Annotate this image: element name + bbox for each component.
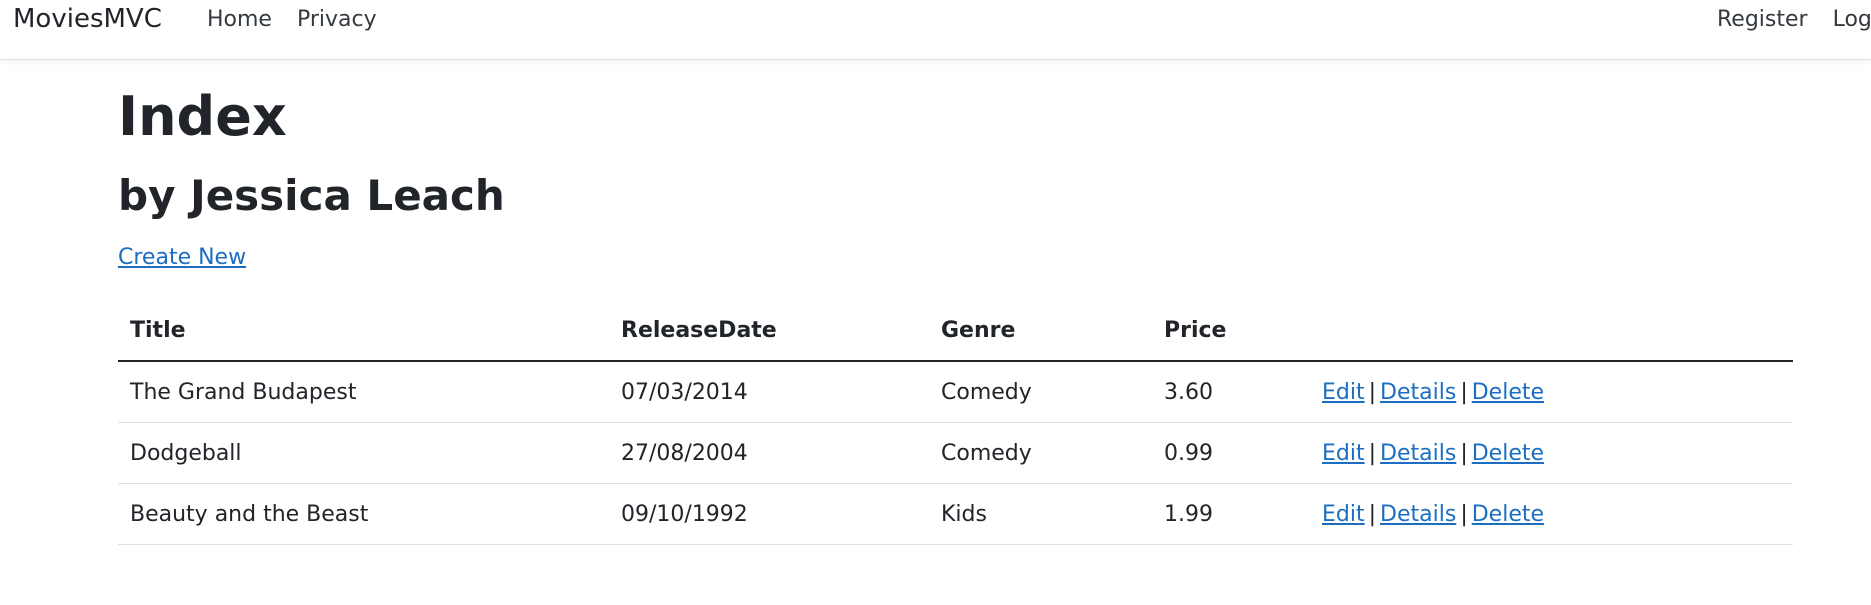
movies-table: Title ReleaseDate Genre Price The Grand … xyxy=(118,300,1793,545)
cell-price: 0.99 xyxy=(1152,422,1310,484)
cell-actions: Edit | Details | Delete xyxy=(1310,483,1793,545)
header-release-date: ReleaseDate xyxy=(609,300,929,362)
details-link[interactable]: Details xyxy=(1380,380,1456,405)
table-row: The Grand Budapest 07/03/2014 Comedy 3.6… xyxy=(118,361,1793,423)
header-price: Price xyxy=(1152,300,1310,362)
cell-release-date: 07/03/2014 xyxy=(609,361,929,423)
details-link[interactable]: Details xyxy=(1380,441,1456,466)
cell-genre: Kids xyxy=(929,483,1152,545)
nav-left: Home Privacy xyxy=(207,7,377,32)
table-row: Dodgeball 27/08/2004 Comedy 0.99 Edit | De… xyxy=(118,422,1793,484)
edit-link[interactable]: Edit xyxy=(1322,441,1365,466)
cell-genre: Comedy xyxy=(929,361,1152,423)
action-separator: | xyxy=(1460,379,1468,405)
cell-title: The Grand Budapest xyxy=(118,361,609,423)
edit-link[interactable]: Edit xyxy=(1322,380,1365,405)
nav-right: Register Login xyxy=(1717,7,1871,32)
page-title: Index xyxy=(118,85,287,148)
cell-actions: Edit | Details | Delete xyxy=(1310,361,1793,423)
header-actions xyxy=(1310,300,1793,362)
page-subtitle: by Jessica Leach xyxy=(118,171,505,220)
edit-link[interactable]: Edit xyxy=(1322,502,1365,527)
delete-link[interactable]: Delete xyxy=(1472,502,1544,527)
brand-link[interactable]: MoviesMVC xyxy=(13,4,162,34)
action-separator: | xyxy=(1460,501,1468,527)
table-header-row: Title ReleaseDate Genre Price xyxy=(118,300,1793,362)
cell-title: Dodgeball xyxy=(118,422,609,484)
cell-price: 3.60 xyxy=(1152,361,1310,423)
action-separator: | xyxy=(1368,379,1377,405)
cell-release-date: 27/08/2004 xyxy=(609,422,929,484)
cell-release-date: 09/10/1992 xyxy=(609,483,929,545)
action-separator: | xyxy=(1368,501,1377,527)
nav-register-link[interactable]: Register xyxy=(1717,7,1808,32)
cell-price: 1.99 xyxy=(1152,483,1310,545)
cell-actions: Edit | Details | Delete xyxy=(1310,422,1793,484)
delete-link[interactable]: Delete xyxy=(1472,380,1544,405)
top-navbar: MoviesMVC Home Privacy Register Login xyxy=(0,0,1871,60)
nav-home-link[interactable]: Home xyxy=(207,7,272,32)
header-title: Title xyxy=(118,300,609,362)
create-new-link[interactable]: Create New xyxy=(118,245,246,270)
cell-title: Beauty and the Beast xyxy=(118,483,609,545)
header-genre: Genre xyxy=(929,300,1152,362)
nav-privacy-link[interactable]: Privacy xyxy=(297,7,377,32)
action-separator: | xyxy=(1368,440,1377,466)
details-link[interactable]: Details xyxy=(1380,502,1456,527)
table-row: Beauty and the Beast 09/10/1992 Kids 1.9… xyxy=(118,483,1793,545)
action-separator: | xyxy=(1460,440,1468,466)
nav-login-link[interactable]: Login xyxy=(1833,7,1871,32)
delete-link[interactable]: Delete xyxy=(1472,441,1544,466)
cell-genre: Comedy xyxy=(929,422,1152,484)
